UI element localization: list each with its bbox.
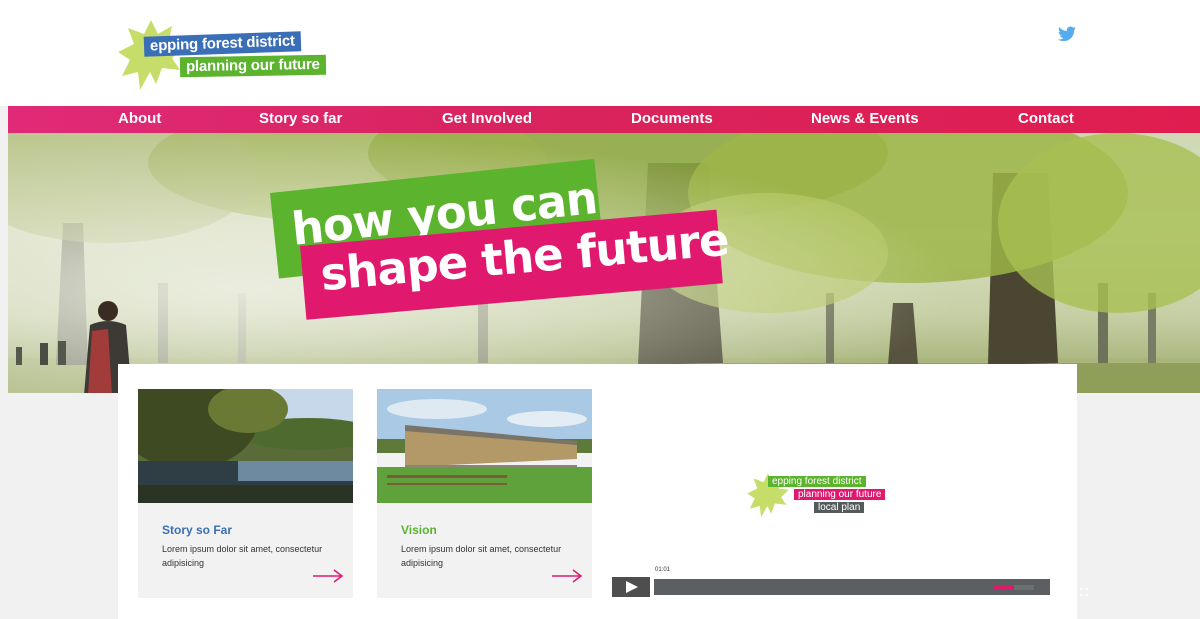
- nav-item-get-involved[interactable]: Get Involved: [442, 110, 532, 127]
- nav-item-contact[interactable]: Contact: [1018, 110, 1074, 127]
- logo-line-2: planning our future: [179, 54, 326, 78]
- card-story-so-far[interactable]: Story so Far Lorem ipsum dolor sit amet,…: [138, 389, 353, 598]
- video-logo-line-1: epping forest district: [768, 476, 866, 487]
- card-vision[interactable]: Vision Lorem ipsum dolor sit amet, conse…: [377, 389, 592, 598]
- site-header: epping forest district planning our futu…: [0, 0, 1200, 106]
- volume-level: [994, 585, 1014, 590]
- twitter-icon[interactable]: [1058, 26, 1076, 42]
- card-title: Story so Far: [162, 523, 233, 537]
- play-icon: [626, 581, 638, 593]
- arrow-right-icon[interactable]: [551, 569, 583, 583]
- building-render-image: [377, 389, 592, 503]
- volume-slider[interactable]: [994, 585, 1034, 590]
- card-description: Lorem ipsum dolor sit amet, consectetur …: [162, 544, 323, 568]
- card-title: Vision: [401, 523, 437, 537]
- nav-item-about[interactable]: About: [118, 110, 161, 127]
- main-nav: About Story so far Get Involved Document…: [8, 106, 1200, 133]
- hero-banner: how you can shape the future: [8, 133, 1200, 393]
- play-button[interactable]: [612, 577, 650, 597]
- hd-toggle[interactable]: HD: [1058, 582, 1071, 592]
- video-controls: HD 01:01: [612, 567, 1089, 597]
- fullscreen-icon[interactable]: [1079, 583, 1089, 601]
- video-logo-line-3: local plan: [814, 502, 865, 513]
- site-logo[interactable]: epping forest district planning our futu…: [116, 16, 366, 94]
- lake-image: [138, 389, 353, 503]
- video-logo-line-2: planning our future: [794, 489, 886, 500]
- video-logo: epping forest district planning our futu…: [746, 464, 926, 524]
- nav-item-news-events[interactable]: News & Events: [811, 110, 919, 127]
- nav-item-story-so-far[interactable]: Story so far: [259, 110, 342, 127]
- video-progress-bar[interactable]: HD: [654, 579, 1089, 597]
- logo-line-1: epping forest district: [143, 31, 302, 57]
- card-description: Lorem ipsum dolor sit amet, consectetur …: [401, 544, 562, 568]
- content-panel: Story so Far Lorem ipsum dolor sit amet,…: [118, 364, 1089, 619]
- arrow-right-icon[interactable]: [312, 569, 344, 583]
- nav-item-documents[interactable]: Documents: [631, 110, 713, 127]
- video-player[interactable]: epping forest district planning our futu…: [612, 389, 1089, 603]
- video-time: 01:01: [654, 567, 672, 573]
